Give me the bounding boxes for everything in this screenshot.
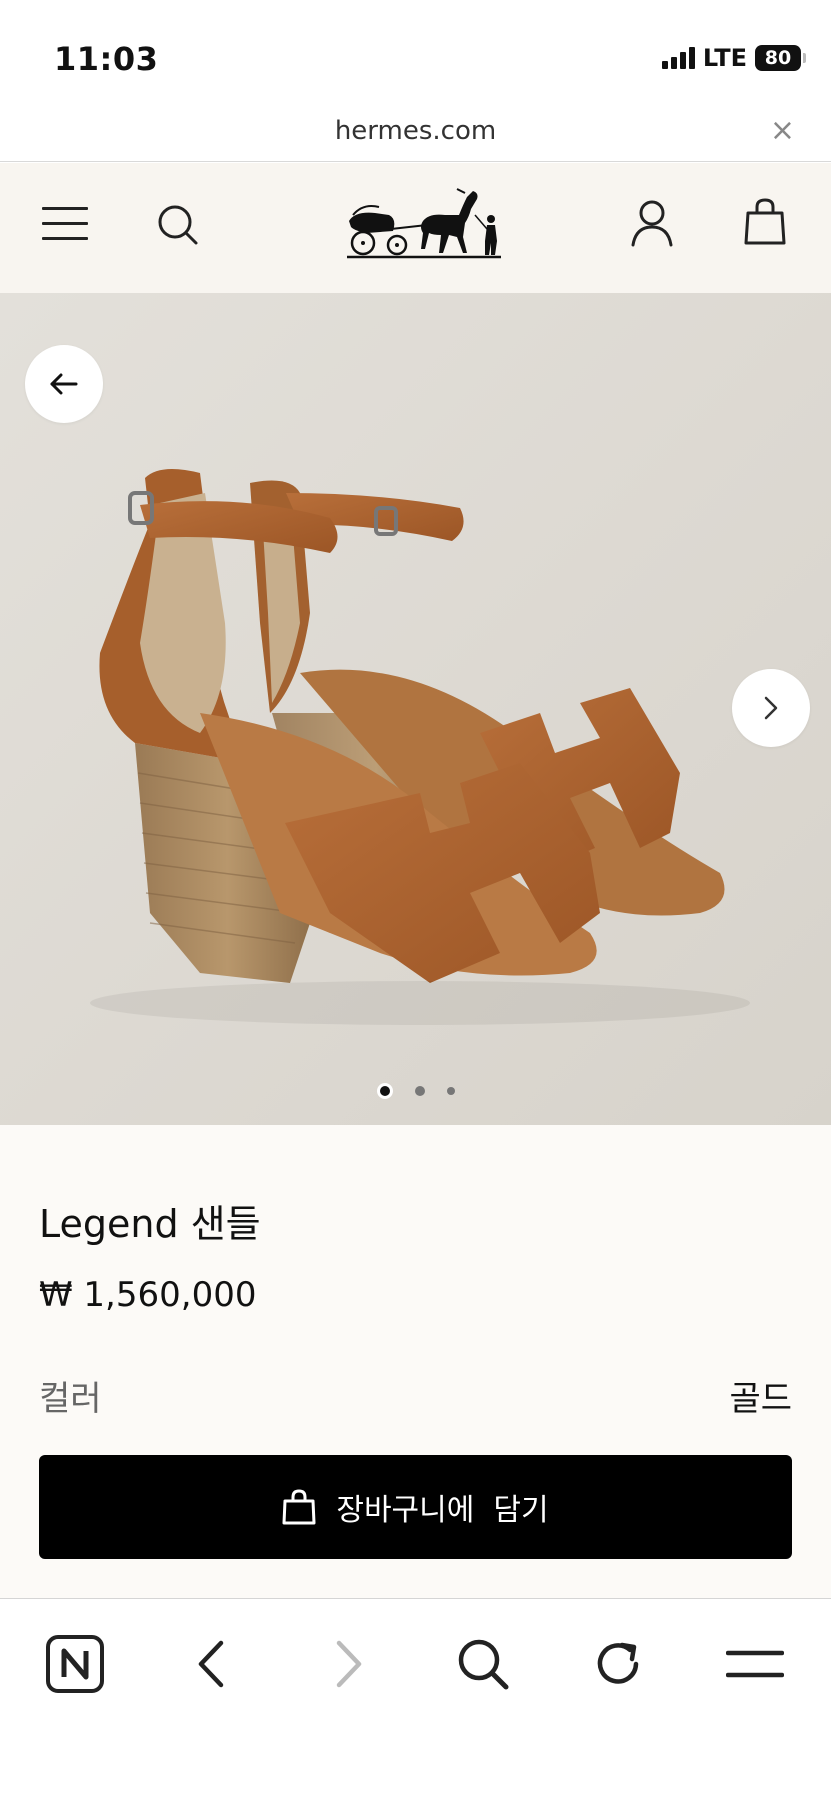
product-name: Legend 샌들 <box>39 1202 261 1246</box>
browser-toolbar <box>0 1598 831 1800</box>
shopping-bag-icon[interactable] <box>744 197 786 245</box>
slide-dot-1[interactable] <box>376 1083 393 1099</box>
add-to-cart-label: 장바구니에 담기 <box>336 1493 549 1528</box>
search-icon[interactable] <box>448 1629 518 1699</box>
user-icon[interactable] <box>630 199 674 247</box>
product-details: Legend 샌들 ₩ 1,560,000 컬러 골드 장바구니에 담기 <box>0 1125 831 1600</box>
battery-level: 80 <box>764 47 792 69</box>
product-price: ₩ 1,560,000 <box>39 1275 257 1315</box>
slide-dot-3[interactable] <box>446 1087 455 1095</box>
search-icon[interactable] <box>156 203 200 247</box>
slide-indicator <box>0 1083 831 1099</box>
battery-icon: 80 <box>755 45 806 71</box>
sandal-image <box>90 469 750 1025</box>
hermes-carriage-logo[interactable] <box>345 185 505 265</box>
chevron-right-icon[interactable] <box>732 669 810 747</box>
status-indicators: LTE 80 <box>661 44 806 72</box>
status-time: 11:03 <box>54 40 159 78</box>
color-row[interactable]: 컬러 골드 <box>39 1371 792 1420</box>
signal-icon <box>661 47 695 69</box>
network-type: LTE <box>702 44 747 72</box>
back-icon[interactable] <box>176 1629 246 1699</box>
color-value[interactable]: 골드 <box>729 1371 792 1420</box>
menu-icon[interactable] <box>720 1629 790 1699</box>
reload-icon[interactable] <box>584 1629 654 1699</box>
status-bar: 11:03 LTE 80 <box>0 0 831 110</box>
hamburger-menu-icon[interactable] <box>42 203 88 243</box>
naver-n-icon[interactable] <box>40 1629 110 1699</box>
url-text[interactable]: hermes.com <box>0 116 831 146</box>
slide-dot-2[interactable] <box>414 1086 425 1096</box>
arrow-left-icon[interactable] <box>25 345 103 423</box>
product-image-gallery[interactable] <box>0 293 831 1125</box>
shopping-bag-icon <box>282 1489 316 1525</box>
site-header <box>0 163 831 293</box>
forward-icon[interactable] <box>314 1629 384 1699</box>
add-to-cart-button[interactable]: 장바구니에 담기 <box>39 1455 792 1559</box>
color-label: 컬러 <box>39 1379 102 1419</box>
close-icon[interactable]: × <box>770 116 795 146</box>
url-bar[interactable]: hermes.com × <box>0 110 831 162</box>
